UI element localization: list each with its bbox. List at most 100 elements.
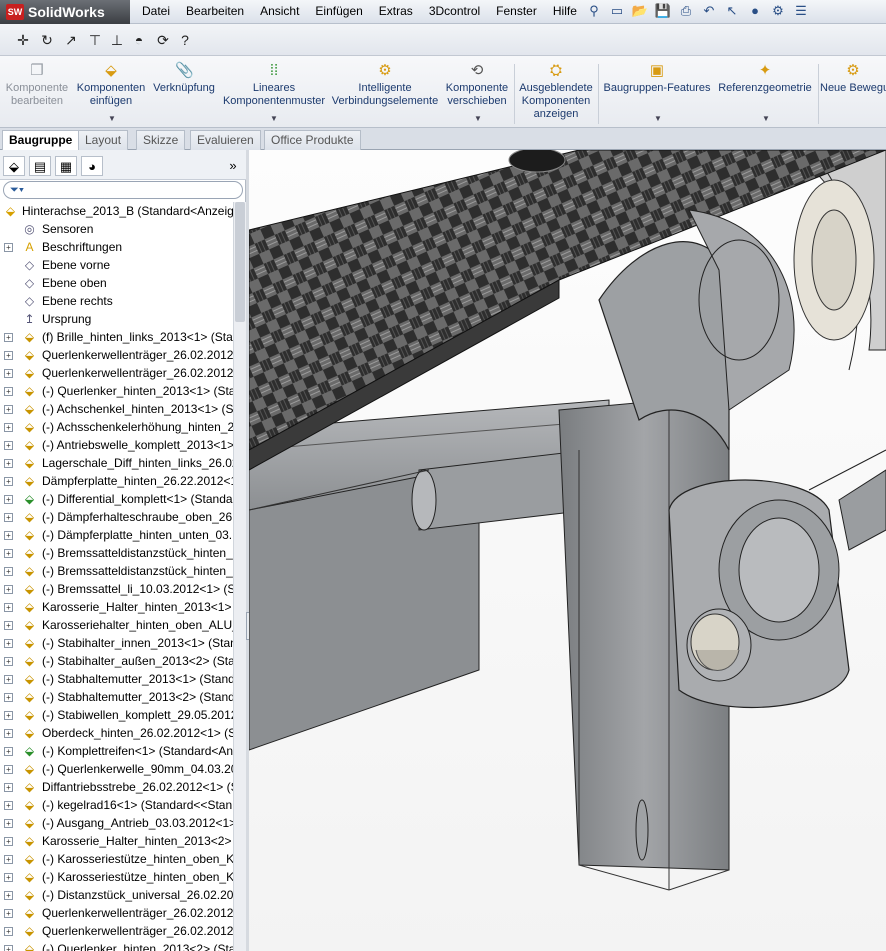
tab-evaluieren[interactable]: Evaluieren <box>190 130 261 150</box>
tab-office-produkte[interactable]: Office Produkte <box>264 130 361 150</box>
3d-model-view[interactable] <box>249 150 886 951</box>
scrollbar-thumb[interactable] <box>235 202 245 322</box>
new-motion-study-button[interactable]: ⚙ Neue Bewegungsst <box>820 62 886 95</box>
tree-item[interactable]: + ⬙ Karosserie_Halter_hinten_2013<1> (S <box>0 598 233 616</box>
menu-item-einfügen[interactable]: Einfügen <box>307 0 370 24</box>
menu-item-ansicht[interactable]: Ansicht <box>252 0 307 24</box>
tree-filter-input[interactable]: ⏷▾ <box>3 181 243 199</box>
expand-toggle-icon[interactable]: + <box>4 603 13 612</box>
open-folder-icon[interactable]: 📂 <box>630 2 650 20</box>
expand-toggle-icon[interactable]: + <box>4 621 13 630</box>
tree-item[interactable]: ◎ Sensoren <box>0 220 233 238</box>
tree-item[interactable]: ◇ Ebene rechts <box>0 292 233 310</box>
expand-toggle-icon[interactable]: + <box>4 657 13 666</box>
tree-item[interactable]: + ⬙ (-) Ausgang_Antrieb_03.03.2012<1> <box>0 814 233 832</box>
menu-item-3dcontrol[interactable]: 3Dcontrol <box>421 0 488 24</box>
tree-item[interactable]: + ⬙ Querlenkerwellenträger_26.02.2012< <box>0 904 233 922</box>
tree-item[interactable]: ◇ Ebene oben <box>0 274 233 292</box>
properties-icon[interactable]: ☰ <box>791 2 811 20</box>
print-icon[interactable]: ⎙ <box>676 2 696 20</box>
helmet-icon[interactable]: ◓ <box>130 31 148 49</box>
expand-toggle-icon[interactable]: + <box>4 801 13 810</box>
menu-item-fenster[interactable]: Fenster <box>488 0 545 24</box>
insert-components-button[interactable]: ⬙ Komponenten einfügen <box>76 62 146 108</box>
tree-item[interactable]: + ⬙ (-) Karosseriestütze_hinten_oben_Ku <box>0 850 233 868</box>
tree-item[interactable]: + ⬙ (-) Stabhaltemutter_2013<2> (Stand <box>0 688 233 706</box>
expand-toggle-icon[interactable]: + <box>4 477 13 486</box>
insert-components-dropdown-icon[interactable]: ▼ <box>108 114 116 123</box>
feature-manager-tab-icon[interactable]: ⬙ <box>3 156 25 176</box>
expand-toggle-icon[interactable]: + <box>4 765 13 774</box>
expand-toggle-icon[interactable]: + <box>4 387 13 396</box>
tree-item[interactable]: + ⬙ (-) Bremssatteldistanzstück_hinten_2 <box>0 544 233 562</box>
tree-item[interactable]: + ⬙ (f) Brille_hinten_links_2013<1> (Stan <box>0 328 233 346</box>
ground-icon[interactable]: ⊥ <box>108 31 126 49</box>
expand-toggle-icon[interactable]: + <box>4 819 13 828</box>
tree-item[interactable]: + ⬙ (-) Stabhaltemutter_2013<1> (Stand <box>0 670 233 688</box>
expand-toggle-icon[interactable]: + <box>4 927 13 936</box>
expand-toggle-icon[interactable]: + <box>4 351 13 360</box>
tree-item[interactable]: ↥ Ursprung <box>0 310 233 328</box>
tree-item[interactable]: + ⬙ (-) Bremssatteldistanzstück_hinten_2 <box>0 562 233 580</box>
reference-geometry-button[interactable]: ✦ Referenzgeometrie <box>716 62 814 95</box>
tree-item[interactable]: + ⬙ (-) Dämpferhalteschraube_oben_26. <box>0 508 233 526</box>
tree-item[interactable]: + ⬙ Oberdeck_hinten_26.02.2012<1> (St <box>0 724 233 742</box>
display-manager-tab-icon[interactable]: ◕ <box>81 156 103 176</box>
graphics-area[interactable] <box>249 150 886 951</box>
tree-item[interactable]: + ⬙ (-) Differential_komplett<1> (Standa <box>0 490 233 508</box>
tree-item[interactable]: + ⬙ (-) kegelrad16<1> (Standard<<Stan <box>0 796 233 814</box>
expand-toggle-icon[interactable]: + <box>4 873 13 882</box>
assembly-features-button[interactable]: ▣ Baugruppen-Features <box>600 62 714 95</box>
expand-toggle-icon[interactable]: + <box>4 585 13 594</box>
expand-toggle-icon[interactable]: + <box>4 891 13 900</box>
expand-toggle-icon[interactable]: + <box>4 549 13 558</box>
property-manager-tab-icon[interactable]: ▤ <box>29 156 51 176</box>
smart-fasteners-button[interactable]: ⚙ Intelligente Verbindungselemente <box>330 62 440 108</box>
expand-toggle-icon[interactable]: + <box>4 909 13 918</box>
expand-toggle-icon[interactable]: + <box>4 693 13 702</box>
expand-toggle-icon[interactable]: + <box>4 855 13 864</box>
menu-item-extras[interactable]: Extras <box>371 0 421 24</box>
menu-item-bearbeiten[interactable]: Bearbeiten <box>178 0 252 24</box>
pin-icon[interactable]: ⚲ <box>584 2 604 20</box>
tab-skizze[interactable]: Skizze <box>136 130 186 150</box>
tree-item[interactable]: + ⬙ Diffantriebsstrebe_26.02.2012<1> (St <box>0 778 233 796</box>
linear-pattern-button[interactable]: ⁞⁞ Lineares Komponentenmuster <box>222 62 326 108</box>
tree-item[interactable]: + ⬙ (-) Stabihalter_außen_2013<2> (Star <box>0 652 233 670</box>
tree-item[interactable]: + ⬙ (-) Querlenker_hinten_2013<1> (Stan <box>0 382 233 400</box>
tree-item[interactable]: + ⬙ Karosserie_Halter_hinten_2013<2> (S <box>0 832 233 850</box>
save-icon[interactable]: 💾 <box>653 2 673 20</box>
undo-icon[interactable]: ↶ <box>699 2 719 20</box>
tree-item[interactable]: + ⬙ Lagerschale_Diff_hinten_links_26.02. <box>0 454 233 472</box>
tree-item[interactable]: + ⬙ Querlenkerwellenträger_26.02.2012< <box>0 346 233 364</box>
new-document-icon[interactable]: ▭ <box>607 2 627 20</box>
tree-item[interactable]: + ⬙ (-) Achsschenkelerhöhung_hinten_2 <box>0 418 233 436</box>
line-icon[interactable]: ↗ <box>62 31 80 49</box>
tab-baugruppe[interactable]: Baugruppe <box>2 130 80 151</box>
tab-layout[interactable]: Layout <box>78 130 129 150</box>
tree-item[interactable]: + ⬙ (-) Antriebswelle_komplett_2013<1> <box>0 436 233 454</box>
expand-toggle-icon[interactable]: + <box>4 531 13 540</box>
expand-toggle-icon[interactable]: + <box>4 369 13 378</box>
expand-toggle-icon[interactable]: + <box>4 423 13 432</box>
show-hidden-components-button[interactable]: ⛭ Ausgeblendete Komponenten anzeigen <box>516 62 596 121</box>
expand-toggle-icon[interactable]: + <box>4 441 13 450</box>
crosshair-icon[interactable]: ✛ <box>14 31 32 49</box>
assembly-features-dropdown-icon[interactable]: ▼ <box>654 114 662 123</box>
rebuild-icon[interactable]: ⟳ <box>154 31 172 49</box>
smart-dimension-icon[interactable]: ⊤ <box>86 31 104 49</box>
solidworks-logo[interactable]: SW SolidWorks <box>0 0 130 24</box>
expand-toggle-icon[interactable]: + <box>4 567 13 576</box>
tree-item[interactable]: + ⬙ (-) Dämpferplatte_hinten_unten_03. <box>0 526 233 544</box>
expand-toggle-icon[interactable]: + <box>4 837 13 846</box>
tree-item[interactable]: + ⬙ (-) Querlenkerwelle_90mm_04.03.20 <box>0 760 233 778</box>
expand-toggle-icon[interactable]: + <box>4 639 13 648</box>
rotate-icon[interactable]: ↻ <box>38 31 56 49</box>
menu-item-hilfe[interactable]: Hilfe <box>545 0 585 24</box>
tree-item[interactable]: + ⬙ Querlenkerwellenträger_26.02.2012< <box>0 922 233 940</box>
tree-item[interactable]: + ⬙ (-) Stabiwellen_komplett_29.05.2012 <box>0 706 233 724</box>
tree-item[interactable]: + ⬙ (-) Stabihalter_innen_2013<1> (Stan <box>0 634 233 652</box>
move-component-dropdown-icon[interactable]: ▼ <box>474 114 482 123</box>
expand-toggle-icon[interactable]: + <box>4 729 13 738</box>
configuration-manager-tab-icon[interactable]: ▦ <box>55 156 77 176</box>
